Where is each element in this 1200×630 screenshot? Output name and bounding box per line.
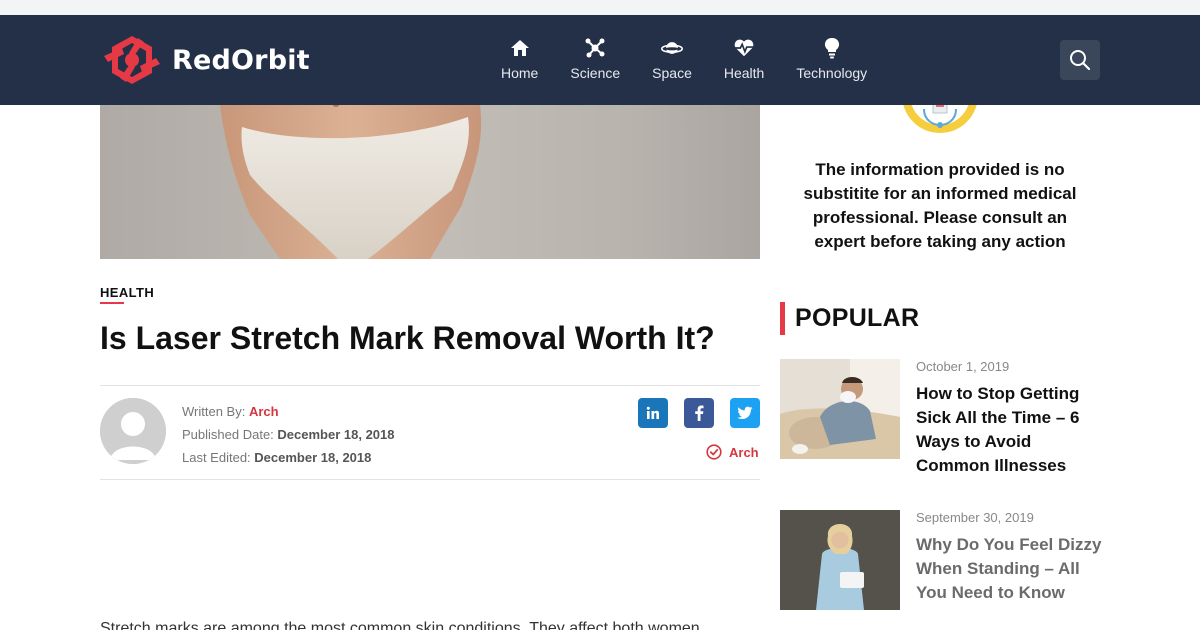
- article-body: Stretch marks are among the most common …: [100, 620, 700, 630]
- category-underline: [100, 302, 124, 304]
- article-hero-image: [100, 105, 760, 259]
- search-button[interactable]: [1060, 40, 1100, 80]
- article-meta: Written By: Arch Published Date: Decembe…: [182, 400, 395, 469]
- written-by-label: Written By:: [182, 404, 246, 419]
- main-nav: Home Science Space Health Technology: [485, 37, 883, 81]
- nav-label: Space: [652, 65, 692, 81]
- fact-checker-link[interactable]: Arch: [706, 444, 759, 460]
- popular-post-date: October 1, 2019: [916, 359, 1010, 374]
- divider: [100, 385, 760, 386]
- facebook-icon: [695, 405, 704, 421]
- nav-item-health[interactable]: Health: [708, 37, 780, 81]
- popular-post-thumbnail[interactable]: [780, 510, 900, 610]
- nav-item-science[interactable]: Science: [554, 37, 636, 81]
- published-label: Published Date:: [182, 427, 274, 442]
- check-circle-icon: [706, 444, 722, 460]
- author-avatar[interactable]: [100, 398, 166, 464]
- divider: [100, 479, 760, 480]
- lightbulb-icon: [821, 37, 843, 59]
- popular-post-title[interactable]: How to Stop Getting Sick All the Time – …: [916, 382, 1106, 478]
- home-icon: [509, 37, 531, 59]
- heartbeat-icon: [733, 37, 755, 59]
- share-facebook-button[interactable]: [684, 398, 714, 428]
- nav-label: Technology: [796, 65, 868, 81]
- edited-label: Last Edited:: [182, 450, 251, 465]
- popular-post-title[interactable]: Why Do You Feel Dizzy When Standing – Al…: [916, 533, 1106, 605]
- written-by-row: Written By: Arch: [182, 400, 395, 423]
- article-title: Is Laser Stretch Mark Removal Worth It?: [100, 320, 715, 356]
- published-row: Published Date: December 18, 2018: [182, 423, 395, 446]
- molecule-icon: [584, 37, 606, 59]
- nav-item-space[interactable]: Space: [636, 37, 708, 81]
- article-category[interactable]: HEALTH: [100, 285, 154, 303]
- medical-disclaimer: The information provided is no substitit…: [803, 160, 1077, 251]
- edited-date: December 18, 2018: [254, 450, 372, 465]
- twitter-icon: [737, 406, 753, 419]
- redorbit-logo-icon: [104, 36, 160, 84]
- popular-post-thumbnail[interactable]: [780, 359, 900, 459]
- share-linkedin-button[interactable]: [638, 398, 668, 428]
- site-logo-text: RedOrbit: [172, 44, 310, 76]
- nav-item-technology[interactable]: Technology: [780, 37, 883, 81]
- planet-icon: [661, 37, 684, 59]
- nav-item-home[interactable]: Home: [485, 37, 554, 81]
- popular-post-date: September 30, 2019: [916, 510, 1034, 525]
- popular-accent-bar: [780, 302, 785, 335]
- author-link[interactable]: Arch: [249, 404, 279, 419]
- linkedin-icon: [646, 406, 659, 419]
- top-strip: [0, 0, 1200, 15]
- search-icon: [1070, 50, 1091, 71]
- nav-label: Health: [723, 65, 765, 81]
- site-header: RedOrbit Home Science Space Health Techn…: [0, 15, 1200, 105]
- site-logo[interactable]: RedOrbit: [100, 34, 310, 86]
- popular-heading: POPULAR: [795, 304, 920, 332]
- share-twitter-button[interactable]: [730, 398, 760, 428]
- nav-label: Science: [570, 65, 621, 81]
- fact-checker-name: Arch: [729, 444, 759, 460]
- nav-label: Home: [501, 65, 539, 81]
- edited-row: Last Edited: December 18, 2018: [182, 446, 395, 469]
- published-date: December 18, 2018: [277, 427, 395, 442]
